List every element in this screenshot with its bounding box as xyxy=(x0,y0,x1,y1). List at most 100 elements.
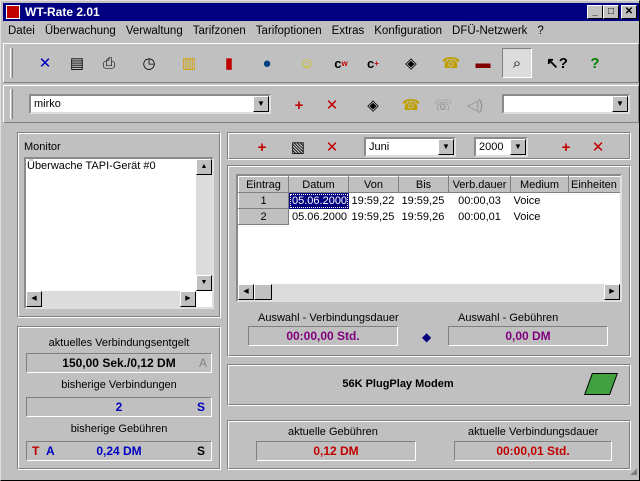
cell-datum[interactable]: 05.06.2000 xyxy=(288,192,349,209)
scroll-left-icon[interactable]: ◀ xyxy=(26,291,42,307)
app-icon xyxy=(6,5,20,19)
monitor-line: Überwache TAPI-Gerät #0 xyxy=(27,160,156,172)
minimize-button[interactable]: _ xyxy=(587,5,603,19)
row-number[interactable]: 1 xyxy=(238,192,289,209)
document-icon[interactable]: ▤ xyxy=(62,48,92,78)
menu-verwaltung[interactable]: Verwaltung xyxy=(121,22,188,41)
cell-von[interactable]: 19:59,22 xyxy=(349,193,399,209)
add-entry-icon[interactable]: + xyxy=(250,132,274,162)
printer-icon[interactable]: ⎙ xyxy=(94,48,124,78)
aktuelle-dauer-value: 00:00,01 Std. xyxy=(496,444,570,458)
delete-filter-icon[interactable]: ✕ xyxy=(586,132,610,162)
gebuehren-value-field: T A 0,24 DM S xyxy=(26,441,212,461)
delete-user-icon[interactable]: ✕ xyxy=(317,90,347,120)
row-number[interactable]: 2 xyxy=(238,208,289,225)
edit-entry-icon[interactable]: ▧ xyxy=(286,132,310,162)
magnifier-icon[interactable]: ⌕ xyxy=(502,48,532,78)
chevron-down-icon[interactable]: ▼ xyxy=(253,96,269,112)
year-combo[interactable]: 2000 ▼ xyxy=(474,137,528,157)
col-datum[interactable]: Datum xyxy=(288,176,349,193)
bar-chart-icon[interactable]: ▥ xyxy=(174,48,204,78)
menu-bar: Datei Überwachung Verwaltung Tarifzonen … xyxy=(3,22,639,41)
scroll-left-icon[interactable]: ◀ xyxy=(238,284,254,300)
table-row[interactable]: 1 05.06.2000 19:59,22 19:59,25 00:00,03 … xyxy=(238,192,621,209)
delete-icon[interactable]: ✕ xyxy=(30,48,60,78)
month-combo[interactable]: Juni ▼ xyxy=(364,137,456,157)
cell-bis[interactable]: 19:59,25 xyxy=(399,193,449,209)
chevron-down-icon[interactable]: ▼ xyxy=(612,96,628,112)
col-bis[interactable]: Bis xyxy=(398,176,449,193)
add-user-icon[interactable]: + xyxy=(284,90,314,120)
user-combo[interactable]: mirko ▼ xyxy=(29,94,271,114)
col-verbdauer[interactable]: Verb.dauer xyxy=(448,176,511,193)
phone-icon[interactable]: ☎ xyxy=(436,48,466,78)
delete-entry-icon[interactable]: ✕ xyxy=(320,132,344,162)
auswahl-geb-field: 0,00 DM xyxy=(448,326,608,346)
device-panel: 56K PlugPlay Modem xyxy=(227,364,631,406)
monitor-vscroll[interactable]: ▲ ▼ xyxy=(196,159,212,291)
cell-bis[interactable]: 19:59,26 xyxy=(399,209,449,225)
col-eintrag[interactable]: Eintrag xyxy=(238,176,289,193)
title-bar[interactable]: WT-Rate 2.01 _ □ ✕ xyxy=(3,3,639,21)
flag-a: A xyxy=(46,444,55,458)
cell-verbdauer[interactable]: 00:00,01 xyxy=(449,209,511,225)
stopwatch-icon[interactable]: ◷ xyxy=(134,48,164,78)
device-combo[interactable]: ▼ xyxy=(502,94,630,114)
menu-datei[interactable]: Datei xyxy=(3,22,40,41)
menu-tarifoptionen[interactable]: Tarifoptionen xyxy=(251,22,327,41)
cell-medium[interactable]: Voice xyxy=(511,193,569,209)
monitor-hscroll[interactable]: ◀ ▶ xyxy=(26,291,196,307)
menu-ueberwachung[interactable]: Überwachung xyxy=(40,22,121,41)
col-einheiten[interactable]: Einheiten xyxy=(568,176,620,193)
scroll-up-icon[interactable]: ▲ xyxy=(196,159,212,175)
cell-medium[interactable]: Voice xyxy=(511,209,569,225)
toolbar-grip[interactable] xyxy=(10,48,13,78)
phone-dial-icon[interactable]: ☎ xyxy=(396,90,426,120)
tag-icon-2[interactable]: ◈ xyxy=(358,90,388,120)
scroll-down-icon[interactable]: ▼ xyxy=(196,275,212,291)
cell-von[interactable]: 19:59,25 xyxy=(349,209,399,225)
maximize-button[interactable]: □ xyxy=(603,5,619,19)
cost-w-icon[interactable]: cw xyxy=(326,48,356,78)
month-value: Juni xyxy=(369,141,390,153)
aktuelle-gebuehren-label: aktuelle Gebühren xyxy=(288,426,378,438)
cell-einheiten[interactable] xyxy=(569,193,621,209)
user-toolbar: mirko ▼ + ✕ ◈ ☎ ☏ ◁) ▼ xyxy=(3,85,639,123)
close-button[interactable]: ✕ xyxy=(621,5,637,19)
col-von[interactable]: Von xyxy=(348,176,399,193)
cell-einheiten[interactable] xyxy=(569,209,621,225)
menu-konfiguration[interactable]: Konfiguration xyxy=(369,22,447,41)
cell-datum[interactable]: 05.06.2000 xyxy=(289,209,349,225)
connections-table[interactable]: Eintrag Datum Von Bis Verb.dauer Medium … xyxy=(236,174,622,302)
globe-icon[interactable]: ● xyxy=(252,48,282,78)
menu-dfue-netzwerk[interactable]: DFÜ-Netzwerk xyxy=(447,22,532,41)
col-medium[interactable]: Medium xyxy=(510,176,569,193)
app-window: WT-Rate 2.01 _ □ ✕ Datei Überwachung Ver… xyxy=(0,0,640,481)
add-filter-icon[interactable]: + xyxy=(554,132,578,162)
menu-extras[interactable]: Extras xyxy=(327,22,370,41)
menu-help[interactable]: ? xyxy=(532,22,548,41)
resize-grip-icon[interactable]: ◢ xyxy=(625,466,637,478)
scroll-right-icon[interactable]: ▶ xyxy=(180,291,196,307)
tag-icon[interactable]: ◈ xyxy=(396,48,426,78)
cost-plus-icon[interactable]: c + xyxy=(358,48,388,78)
chevron-down-icon[interactable]: ▼ xyxy=(438,139,454,155)
cell-verbdauer[interactable]: 00:00,03 xyxy=(449,193,511,209)
smiley-icon[interactable]: ☺ xyxy=(292,48,322,78)
help-icon[interactable]: ? xyxy=(580,48,610,78)
scroll-right-icon[interactable]: ▶ xyxy=(604,284,620,300)
main-toolbar: ✕ ▤ ⎙ ◷ ▥ ▮ ● ☺ cw c + ◈ ☎ ▬ ⌕ ↖? ? xyxy=(3,43,639,83)
menu-tarifzonen[interactable]: Tarifzonen xyxy=(188,22,251,41)
table-hscroll[interactable]: ◀ ▶ xyxy=(238,284,620,300)
table-row[interactable]: 2 05.06.2000 19:59,25 19:59,26 00:00,01 … xyxy=(238,208,621,225)
books-icon[interactable]: ▮ xyxy=(214,48,244,78)
auswahl-dauer-field: 00:00,00 Std. xyxy=(248,326,398,346)
speaker-icon[interactable]: ◁) xyxy=(460,90,490,120)
monitor-list[interactable]: Überwache TAPI-Gerät #0 ▲ ▼ ◀ ▶ xyxy=(24,157,214,309)
chevron-down-icon[interactable]: ▼ xyxy=(510,139,526,155)
context-help-icon[interactable]: ↖? xyxy=(542,48,572,78)
scroll-thumb[interactable] xyxy=(254,284,272,300)
modem-icon[interactable]: ▬ xyxy=(468,48,498,78)
toolbar-grip-2[interactable] xyxy=(10,89,13,119)
phone-hangup-icon[interactable]: ☏ xyxy=(428,90,458,120)
